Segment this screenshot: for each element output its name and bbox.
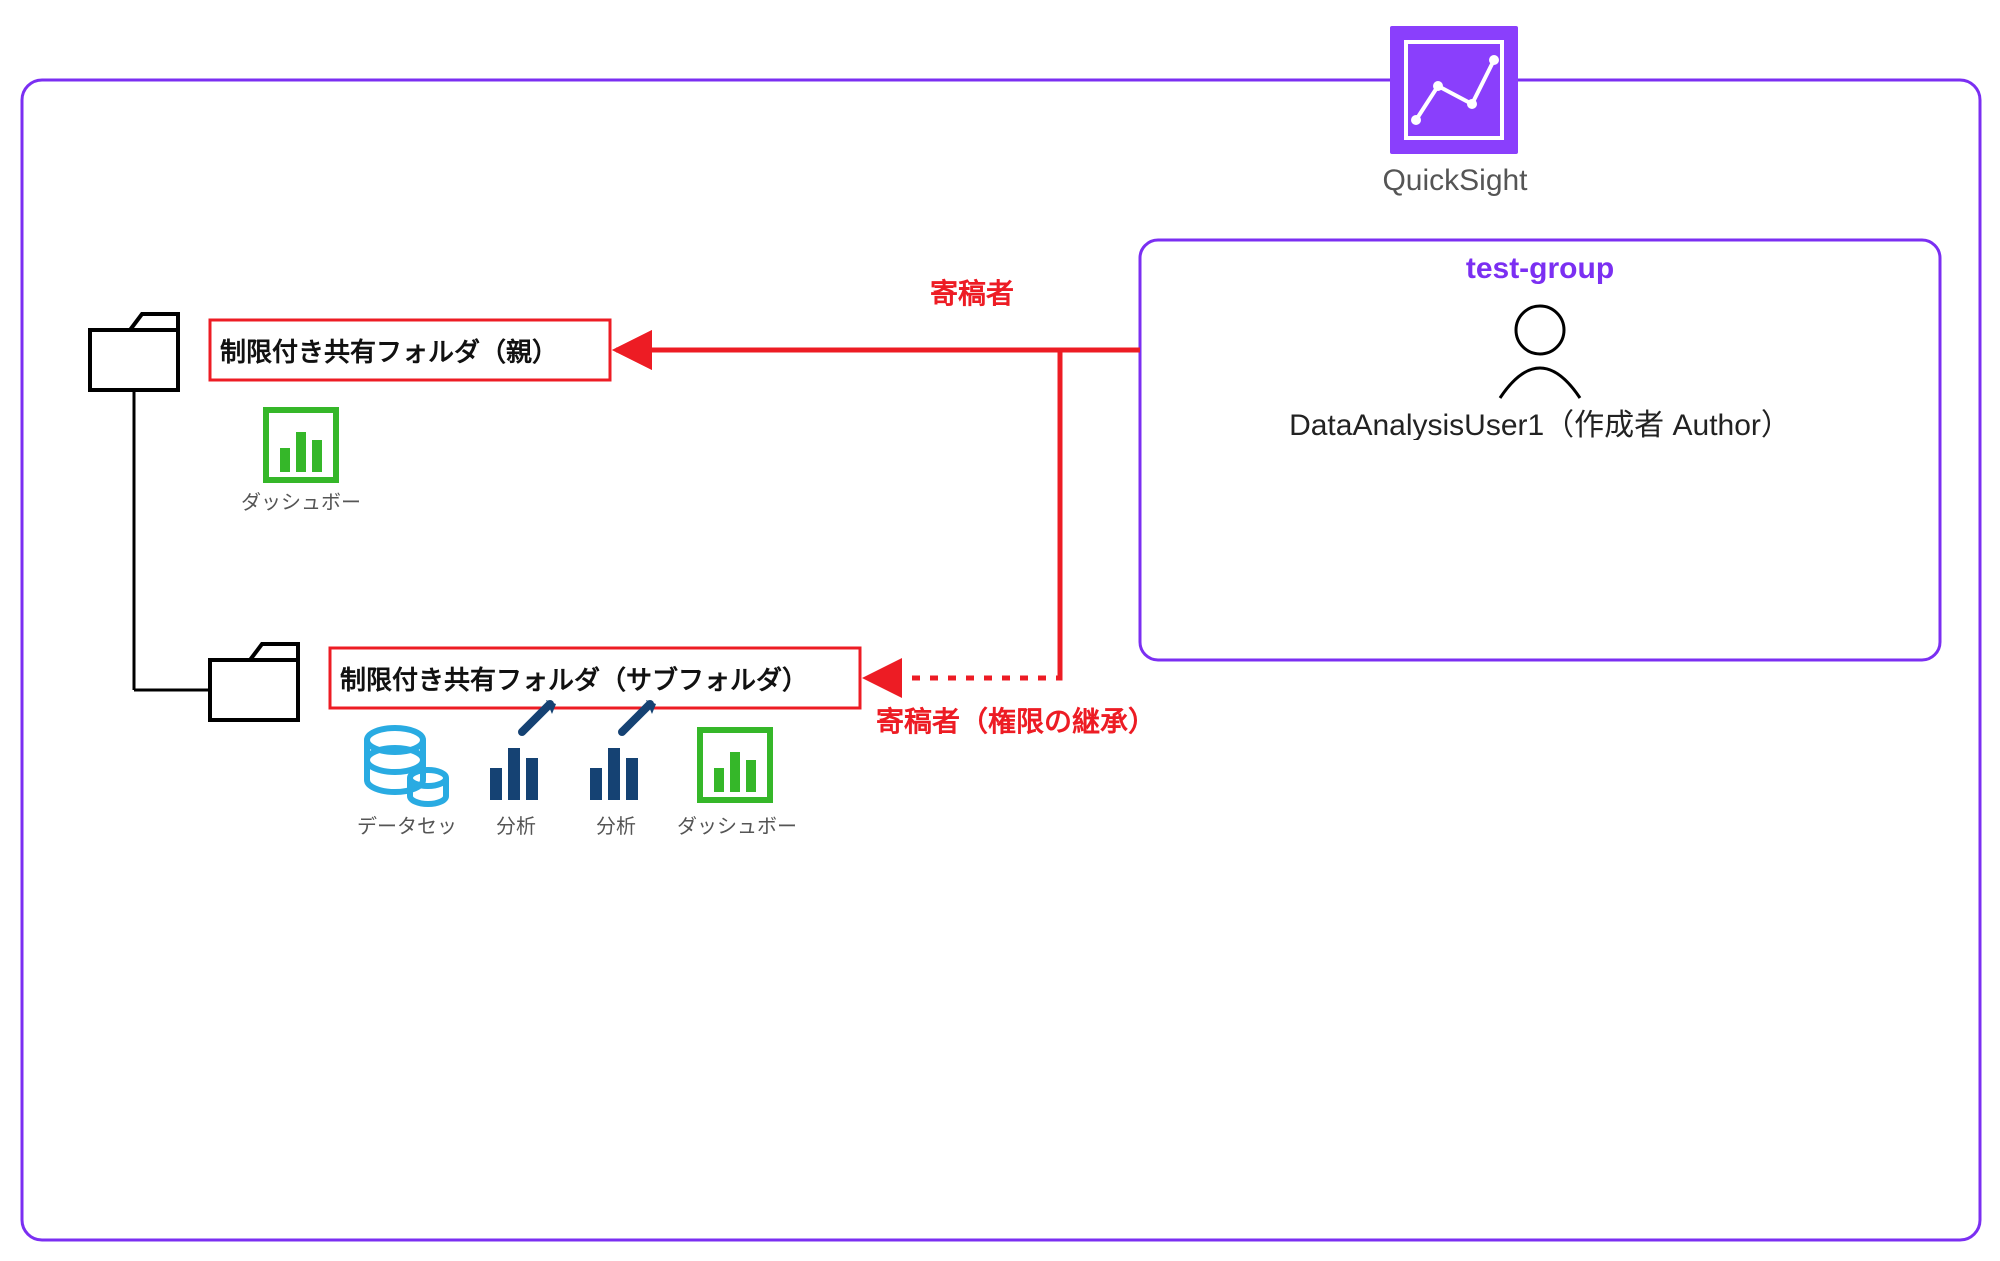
dataset-icon (367, 728, 446, 804)
quicksight-title: QuickSight (1330, 164, 1580, 198)
dashboard-icon (266, 410, 336, 480)
folder-sub-label: 制限付き共有フォルダ（サブフォルダ） (340, 660, 850, 697)
folder-icon-sub (210, 644, 298, 720)
group-box: test-group DataAnalysisUser1（作成者 Author） (1140, 240, 1940, 660)
folder-parent-label: 制限付き共有フォルダ（親） (220, 332, 600, 369)
tree-connector (134, 390, 210, 690)
relation-arrow-contributor: 寄稿者 (616, 272, 1140, 678)
analysis-icon (490, 700, 556, 800)
asset-dashboard-parent: ダッシュボード (238, 410, 364, 516)
relation2-label: 寄稿者（権限の継承） (876, 700, 1236, 740)
dashboard-sub-label: ダッシュボード (674, 810, 800, 840)
quicksight-container: QuickSight (22, 26, 1980, 1240)
dashboard-icon (700, 730, 770, 800)
user-label: DataAnalysisUser1（作成者 Author） (1140, 400, 1940, 440)
asset-row-sub: データセット 分析 分析 (352, 700, 800, 840)
folder-sub-box: 制限付き共有フォルダ（サブフォルダ） (330, 648, 860, 708)
dataset-label: データセット (352, 810, 462, 840)
folder-parent-box: 制限付き共有フォルダ（親） (210, 320, 610, 380)
analysis-icon (590, 700, 656, 800)
analysis2-label: 分析 (586, 810, 646, 839)
quicksight-icon (1390, 26, 1518, 154)
analysis1-label: 分析 (486, 810, 546, 839)
group-title: test-group (1140, 252, 1940, 286)
folder-icon-parent (90, 314, 178, 390)
diagram-stage: QuickSight test-group DataAnalysisUser1（… (0, 0, 2000, 1261)
dashboard-parent-label: ダッシュボード (238, 486, 364, 516)
user-icon (1500, 306, 1580, 398)
relation1-label: 寄稿者 (930, 272, 1130, 312)
